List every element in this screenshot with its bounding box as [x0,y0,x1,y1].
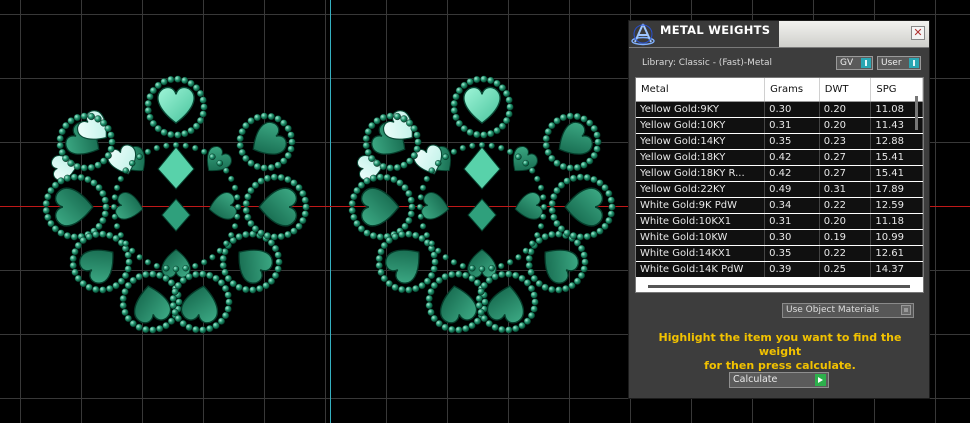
title-badge: METAL WEIGHTS [629,21,779,47]
cell-metal: Yellow Gold:18KY R... [636,165,766,182]
cell-dwt: 0.20 [819,213,872,230]
cell-spg: 12.88 [870,133,923,150]
horizontal-scrollbar[interactable] [648,285,910,288]
cell-grams: 0.35 [764,133,820,150]
cell-dwt: 0.25 [819,261,872,278]
cell-spg: 14.37 [870,261,923,278]
cell-grams: 0.30 [764,101,820,118]
cell-grams: 0.35 [764,245,820,262]
column-header-dwt[interactable]: DWT [819,78,872,102]
cell-spg: 15.41 [870,165,923,182]
calculate-button[interactable]: Calculate [729,372,829,388]
user-toggle[interactable]: User [877,56,921,70]
user-toggle-label: User [881,58,902,68]
table-row[interactable]: Yellow Gold:18KY 0.42 0.27 15.41 [636,149,923,166]
cell-dwt: 0.22 [819,197,872,214]
cell-dwt: 0.27 [819,149,872,166]
cell-grams: 0.31 [764,117,820,134]
use-object-materials-label: Use Object Materials [786,305,880,315]
cell-metal: White Gold:10KX1 [636,213,766,230]
library-label: Library: Classic - (Fast)-Metal [642,58,773,68]
gv-toggle-label: GV [840,58,854,68]
cell-grams: 0.42 [764,165,820,182]
metal-weights-panel: METAL WEIGHTS ✕ Library: Classic - (Fast… [628,20,930,399]
toggle-knob-icon [909,58,919,68]
cell-dwt: 0.22 [819,245,872,262]
table-row[interactable]: Yellow Gold:9KY 0.30 0.20 11.08 [636,101,923,118]
cell-spg: 11.18 [870,213,923,230]
cell-dwt: 0.23 [819,133,872,150]
cell-dwt: 0.31 [819,181,872,198]
toggle-knob-icon [861,58,871,68]
table-header-row: Metal Grams DWT SPG [636,78,923,102]
cell-metal: Yellow Gold:22KY [636,181,766,198]
use-object-materials-option[interactable]: Use Object Materials [782,303,914,318]
gv-toggle[interactable]: GV [836,56,873,70]
table-row[interactable]: Yellow Gold:10KY 0.31 0.20 11.43 [636,117,923,134]
instructions-text: Highlight the item you want to find the … [643,331,917,373]
table-row[interactable]: Yellow Gold:14KY 0.35 0.23 12.88 [636,133,923,150]
cell-metal: Yellow Gold:18KY [636,149,766,166]
metal-weights-table: Metal Grams DWT SPG Yellow Gold:9KY 0.30 0… [636,78,923,278]
cell-metal: White Gold:10KW [636,229,766,246]
table-row[interactable]: White Gold:10KX1 0.31 0.20 11.18 [636,213,923,230]
option-radio-icon [901,305,911,315]
cell-metal: White Gold:9K PdW [636,197,766,214]
close-button[interactable]: ✕ [911,26,925,40]
cell-grams: 0.42 [764,149,820,166]
close-icon: ✕ [913,26,923,39]
cell-metal: Yellow Gold:10KY [636,117,766,134]
table-row[interactable]: Yellow Gold:22KY 0.49 0.31 17.89 [636,181,923,198]
column-header-grams[interactable]: Grams [764,78,820,102]
instructions-line-2: for then press calculate. [704,359,856,372]
cell-dwt: 0.20 [819,117,872,134]
metal-table-container[interactable]: Metal Grams DWT SPG Yellow Gold:9KY 0.30 0… [635,77,924,293]
cell-dwt: 0.19 [819,229,872,246]
instructions-line-1: Highlight the item you want to find the … [658,331,902,358]
cell-metal: Yellow Gold:9KY [636,101,766,118]
column-header-metal[interactable]: Metal [636,78,766,102]
cell-grams: 0.30 [764,229,820,246]
table-row[interactable]: Yellow Gold:18KY R... 0.42 0.27 15.41 [636,165,923,182]
panel-titlebar[interactable]: METAL WEIGHTS ✕ [629,21,929,48]
vertical-scrollbar[interactable] [915,96,918,130]
matrix-logo-icon [631,23,655,46]
earring-model-right[interactable] [332,57,632,357]
table-row[interactable]: White Gold:14KX1 0.35 0.22 12.61 [636,245,923,262]
cell-metal: White Gold:14K PdW [636,261,766,278]
cell-spg: 15.41 [870,149,923,166]
play-arrow-icon [815,374,826,386]
cell-metal: Yellow Gold:14KY [636,133,766,150]
table-row[interactable]: White Gold:10KW 0.30 0.19 10.99 [636,229,923,246]
table-row[interactable]: White Gold:9K PdW 0.34 0.22 12.59 [636,197,923,214]
cell-spg: 12.61 [870,245,923,262]
cell-dwt: 0.27 [819,165,872,182]
table-row[interactable]: White Gold:14K PdW 0.39 0.25 14.37 [636,261,923,278]
cell-grams: 0.34 [764,197,820,214]
panel-title: METAL WEIGHTS [660,23,771,37]
earring-model-left[interactable] [26,57,326,357]
cell-spg: 17.89 [870,181,923,198]
calculate-button-label: Calculate [733,374,778,385]
cell-grams: 0.39 [764,261,820,278]
cell-grams: 0.31 [764,213,820,230]
cell-metal: White Gold:14KX1 [636,245,766,262]
cell-spg: 12.59 [870,197,923,214]
cell-dwt: 0.20 [819,101,872,118]
cell-spg: 10.99 [870,229,923,246]
cell-grams: 0.49 [764,181,820,198]
